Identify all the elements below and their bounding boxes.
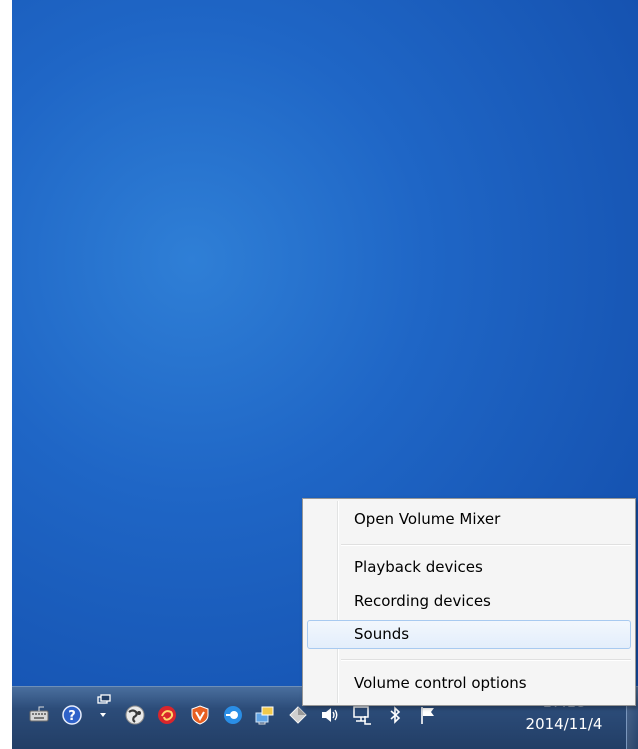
menu-item-recording-devices[interactable]: Recording devices bbox=[307, 587, 631, 616]
menu-item-playback-devices[interactable]: Playback devices bbox=[307, 553, 631, 582]
diamond-icon[interactable] bbox=[287, 704, 309, 726]
clock-date: 2014/11/4 bbox=[525, 715, 603, 733]
globe-icon[interactable] bbox=[124, 704, 146, 726]
svg-text:?: ? bbox=[68, 709, 76, 724]
shield-icon[interactable] bbox=[189, 704, 211, 726]
help-icon[interactable]: ? bbox=[61, 704, 83, 726]
action-center-flag-icon[interactable] bbox=[417, 704, 439, 726]
speaker-icon[interactable] bbox=[319, 704, 341, 726]
language-bar-restore-icon[interactable] bbox=[92, 694, 114, 719]
network-adapter-icon[interactable] bbox=[254, 704, 276, 726]
menu-item-volume-control-options[interactable]: Volume control options bbox=[307, 669, 631, 698]
network-icon[interactable] bbox=[351, 704, 373, 726]
menu-separator bbox=[341, 544, 631, 546]
menu-item-sounds[interactable]: Sounds bbox=[307, 620, 631, 649]
menu-item-open-volume-mixer[interactable]: Open Volume Mixer bbox=[307, 505, 631, 534]
blue-circle-icon[interactable] bbox=[222, 704, 244, 726]
menu-separator bbox=[341, 659, 631, 661]
bluetooth-icon[interactable] bbox=[384, 704, 406, 726]
red-swirl-icon[interactable] bbox=[156, 704, 178, 726]
keyboard-icon[interactable] bbox=[28, 704, 50, 726]
volume-context-menu: Open Volume Mixer Playback devices Recor… bbox=[302, 498, 636, 706]
